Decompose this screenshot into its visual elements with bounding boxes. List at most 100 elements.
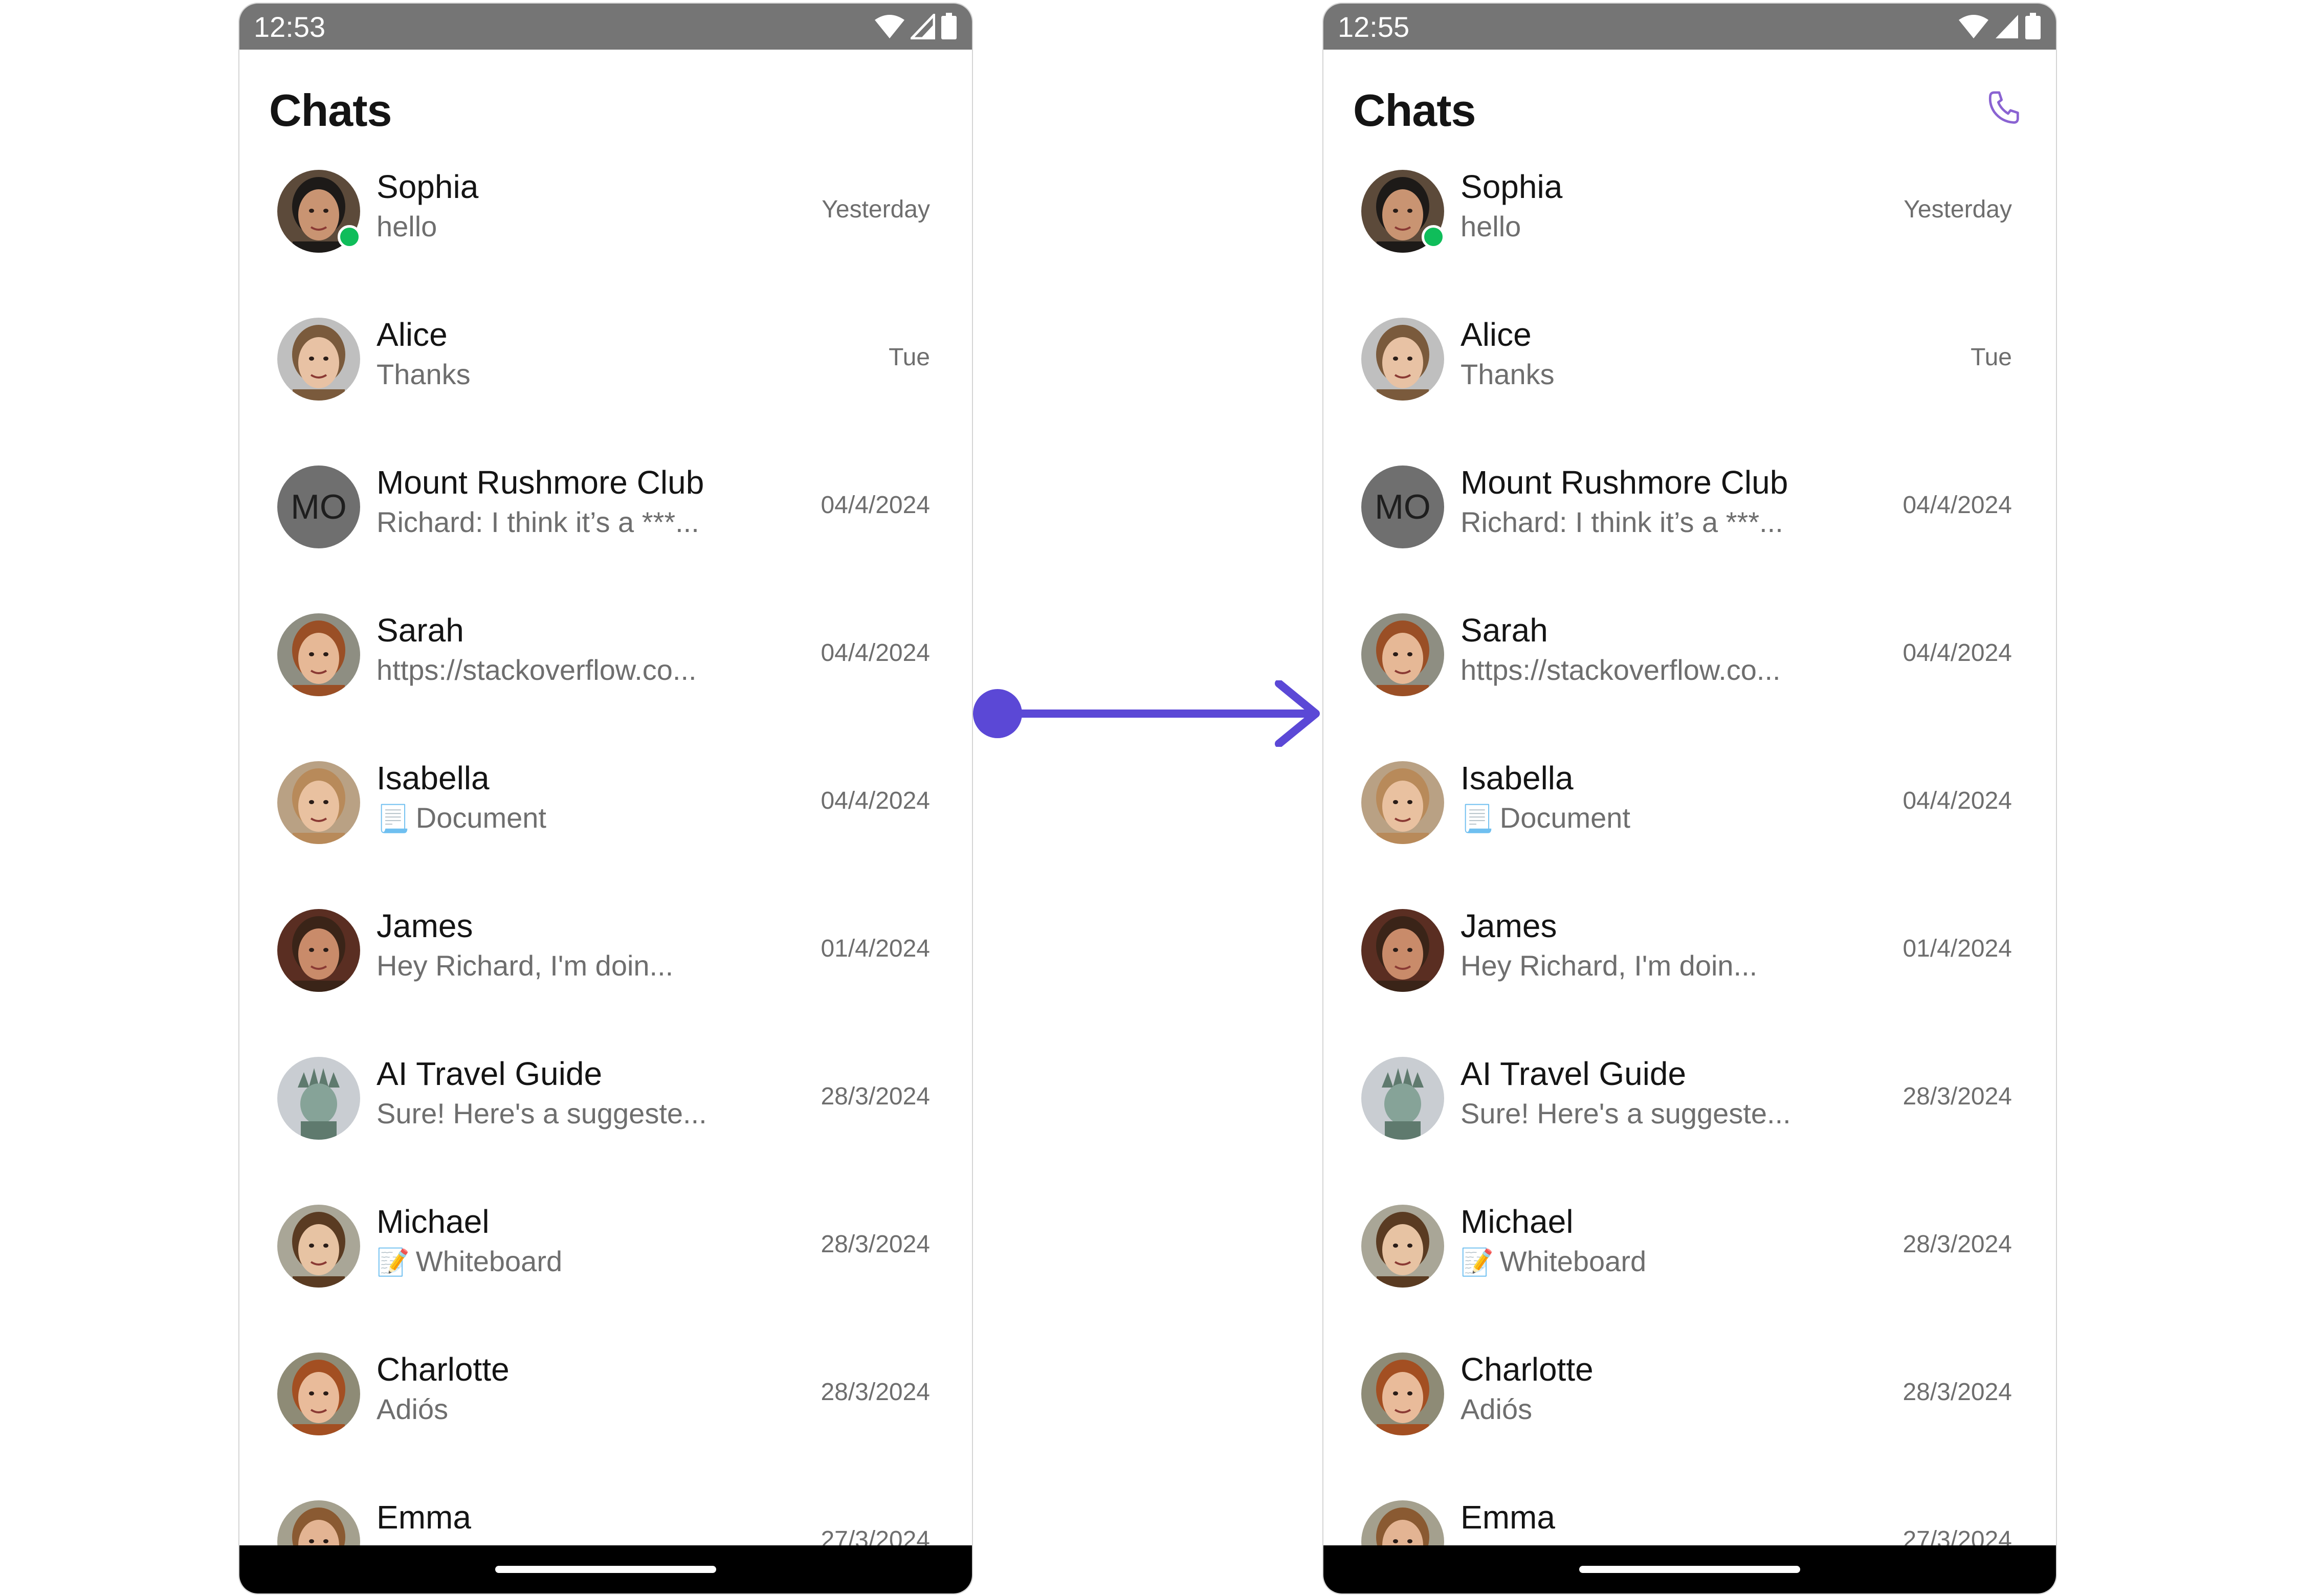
- chat-name: Sophia: [1461, 168, 1563, 205]
- chat-row[interactable]: James Hey Richard, I'm doin... 01/4/2024: [239, 894, 972, 1041]
- last-message-preview: hello: [1461, 210, 1521, 243]
- online-status-indicator: [1422, 225, 1445, 249]
- navigation-bar: [1323, 1545, 2056, 1593]
- last-message-text: Thanks: [377, 358, 471, 390]
- last-message-preview: Thanks: [377, 358, 471, 391]
- last-message-text: Hey Richard, I'm doin...: [377, 949, 674, 982]
- last-message-preview: https://stackoverflow.co...: [1461, 653, 1781, 686]
- avatar-image: [1361, 761, 1444, 844]
- chat-name: AI Travel Guide: [1461, 1055, 1687, 1092]
- chat-row[interactable]: Sophia hello Yesterday: [1323, 154, 2056, 302]
- last-message-text: https://stackoverflow.co...: [1461, 654, 1781, 686]
- last-message-preview: Thanks: [1461, 358, 1555, 391]
- chat-row[interactable]: MO Mount Rushmore Club Richard: I think it…: [239, 450, 972, 598]
- last-message-text: Sure! Here's a suggeste...: [377, 1097, 707, 1129]
- signal-icon: [1996, 15, 2018, 38]
- chat-timestamp: 04/4/2024: [821, 787, 930, 814]
- chat-timestamp: 28/3/2024: [821, 1083, 930, 1110]
- chat-row[interactable]: Isabella 📃 Document 04/4/2024: [239, 746, 972, 894]
- avatar-image: [1361, 909, 1444, 992]
- chat-timestamp: 04/4/2024: [821, 492, 930, 519]
- avatar-image: [277, 613, 360, 696]
- avatar: [277, 613, 360, 696]
- chat-row[interactable]: Alice Thanks Tue: [1323, 302, 2056, 450]
- chat-row[interactable]: AI Travel Guide Sure! Here's a suggeste..…: [1323, 1041, 2056, 1189]
- chat-row[interactable]: Sarah https://stackoverflow.co... 04/4/202…: [1323, 598, 2056, 746]
- avatar-image: [277, 909, 360, 992]
- chat-row[interactable]: Sophia hello Yesterday: [239, 154, 972, 302]
- chat-row[interactable]: James Hey Richard, I'm doin... 01/4/2024: [1323, 894, 2056, 1041]
- chat-timestamp: Yesterday: [822, 196, 930, 223]
- last-message-text: Thanks: [1461, 358, 1555, 390]
- chat-row[interactable]: Isabella 📃 Document 04/4/2024: [1323, 746, 2056, 894]
- chat-timestamp: Yesterday: [1904, 196, 2012, 223]
- online-status-indicator: [338, 225, 361, 249]
- chat-row[interactable]: Sarah https://stackoverflow.co... 04/4/202…: [239, 598, 972, 746]
- last-message-text: Richard: I think it’s a ***...: [377, 506, 699, 538]
- avatar-image: [277, 1205, 360, 1288]
- last-message-text: hello: [377, 210, 437, 242]
- wifi-icon: [1959, 15, 1988, 38]
- chat-timestamp: Tue: [1971, 344, 2012, 371]
- last-message-text: Whiteboard: [415, 1245, 563, 1277]
- document-icon: 📃: [1461, 804, 1494, 834]
- chat-timestamp: 04/4/2024: [1902, 492, 2012, 519]
- chat-row[interactable]: Michael 📝 Whiteboard 28/3/2024: [239, 1189, 972, 1337]
- chat-timestamp: 01/4/2024: [1902, 935, 2012, 962]
- chat-name: Sophia: [377, 168, 479, 205]
- last-message-preview: Sure! Here's a suggeste...: [377, 1097, 707, 1130]
- page-title: Chats: [269, 85, 392, 136]
- chat-timestamp: 28/3/2024: [1902, 1379, 2012, 1406]
- chat-name: Sarah: [377, 612, 464, 649]
- page-title: Chats: [1353, 85, 1476, 136]
- avatar: [277, 761, 360, 844]
- last-message-text: Sure! Here's a suggeste...: [1461, 1097, 1791, 1129]
- avatar: [277, 1353, 360, 1435]
- last-message-preview: https://stackoverflow.co...: [377, 653, 697, 686]
- last-message-preview: 📃 Document: [377, 801, 546, 834]
- chat-row[interactable]: Michael 📝 Whiteboard 28/3/2024: [1323, 1189, 2056, 1337]
- chat-row[interactable]: Alice Thanks Tue: [239, 302, 972, 450]
- last-message-text: Richard: I think it’s a ***...: [1461, 506, 1783, 538]
- wifi-icon: [875, 15, 904, 38]
- avatar-image: [1361, 613, 1444, 696]
- avatar: [1361, 1353, 1444, 1435]
- avatar: [277, 909, 360, 992]
- transition-arrow: [973, 680, 1320, 747]
- home-gesture-handle[interactable]: [495, 1566, 716, 1573]
- avatar: [1361, 909, 1444, 992]
- chat-row[interactable]: Charlotte Adiós 28/3/2024: [239, 1337, 972, 1485]
- last-message-text: Adiós: [377, 1393, 449, 1425]
- status-bar: 12:55: [1323, 4, 2056, 50]
- last-message-text: Document: [415, 802, 546, 834]
- phone-call-icon[interactable]: [1985, 88, 2024, 127]
- chat-name: Michael: [1461, 1203, 1574, 1240]
- chat-row[interactable]: AI Travel Guide Sure! Here's a suggeste..…: [239, 1041, 972, 1189]
- chat-name: Emma: [377, 1499, 471, 1536]
- avatar-image: [1361, 1353, 1444, 1435]
- chat-name: Alice: [1461, 316, 1532, 353]
- avatar-image: [277, 761, 360, 844]
- chat-name: Charlotte: [1461, 1351, 1594, 1388]
- chat-name: James: [1461, 907, 1557, 944]
- avatar-initials: MO: [1361, 465, 1444, 548]
- avatar: [277, 1205, 360, 1288]
- chat-timestamp: 28/3/2024: [1902, 1231, 2012, 1258]
- whiteboard-icon: 📝: [1461, 1248, 1494, 1277]
- chat-name: Charlotte: [377, 1351, 510, 1388]
- chat-name: Emma: [1461, 1499, 1555, 1536]
- chat-timestamp: 04/4/2024: [1902, 639, 2012, 667]
- last-message-preview: 📝 Whiteboard: [377, 1245, 562, 1278]
- status-time: 12:53: [254, 10, 326, 43]
- statue-avatar: [277, 1057, 360, 1140]
- statue-avatar: [1361, 1057, 1444, 1140]
- avatar-image: [1361, 1205, 1444, 1288]
- battery-icon: [941, 13, 957, 39]
- chat-row[interactable]: MO Mount Rushmore Club Richard: I think it…: [1323, 450, 2056, 598]
- chat-name: Sarah: [1461, 612, 1548, 649]
- chat-row[interactable]: Charlotte Adiós 28/3/2024: [1323, 1337, 2056, 1485]
- avatar-image: [277, 1057, 360, 1140]
- home-gesture-handle[interactable]: [1579, 1566, 1800, 1573]
- chat-timestamp: 28/3/2024: [821, 1231, 930, 1258]
- chat-name: Isabella: [377, 760, 490, 796]
